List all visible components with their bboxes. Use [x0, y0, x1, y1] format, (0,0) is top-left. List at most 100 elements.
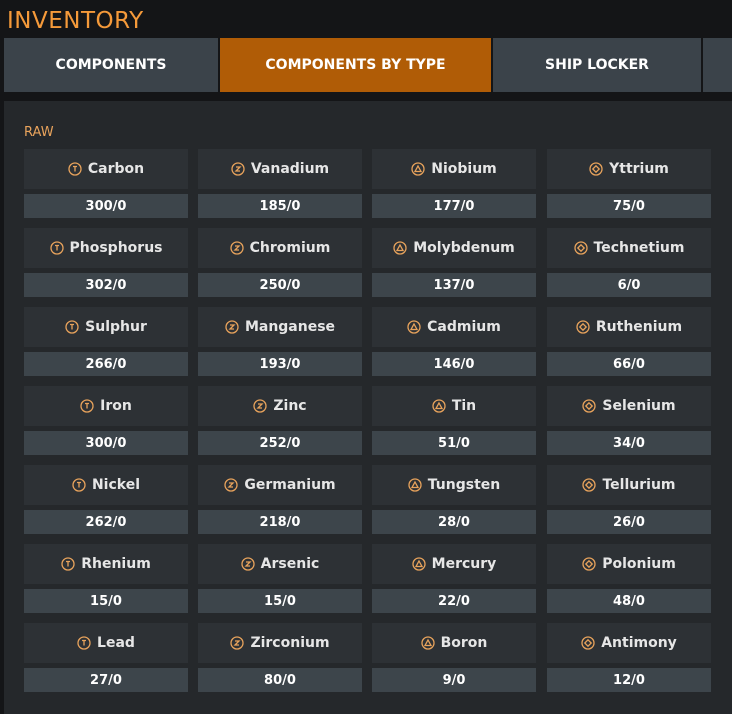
grade-3-icon: [412, 557, 426, 571]
material-card[interactable]: Tellurium 26/0: [547, 465, 711, 534]
material-count: 27/0: [24, 668, 188, 692]
material-card[interactable]: Technetium 6/0: [547, 228, 711, 297]
material-card[interactable]: Boron 9/0: [372, 623, 536, 692]
material-card[interactable]: Germanium 218/0: [198, 465, 362, 534]
material-name: Sulphur: [85, 319, 147, 335]
material-name: Phosphorus: [69, 240, 163, 256]
material-count: 185/0: [198, 194, 362, 218]
material-name: Antimony: [601, 635, 677, 651]
material-name-cell: Antimony: [547, 623, 711, 663]
material-count: 262/0: [24, 510, 188, 534]
grade-1-icon: [77, 636, 91, 650]
material-name-cell: Zinc: [198, 386, 362, 426]
grade-1-icon: [68, 162, 82, 176]
material-card[interactable]: Nickel 262/0: [24, 465, 188, 534]
material-name: Ruthenium: [595, 319, 683, 335]
material-name: Yttrium: [609, 161, 669, 177]
material-card[interactable]: Zinc 252/0: [198, 386, 362, 455]
material-card[interactable]: Cadmium 146/0: [372, 307, 536, 376]
material-name: Carbon: [87, 161, 145, 177]
material-count: 48/0: [547, 589, 711, 613]
grade-4-icon: [576, 320, 590, 334]
material-name-cell: Germanium: [198, 465, 362, 505]
material-card[interactable]: Chromium 250/0: [198, 228, 362, 297]
material-count: 302/0: [24, 273, 188, 297]
material-name-cell: Selenium: [547, 386, 711, 426]
material-card[interactable]: Iron 300/0: [24, 386, 188, 455]
material-name-cell: Nickel: [24, 465, 188, 505]
tab-bar: COMPONENTS COMPONENTS BY TYPE SHIP LOCKE…: [4, 38, 732, 92]
material-count: 28/0: [372, 510, 536, 534]
material-name: Rhenium: [81, 556, 151, 572]
tab-ship-locker[interactable]: SHIP LOCKER: [493, 38, 701, 92]
material-name-cell: Sulphur: [24, 307, 188, 347]
grade-1-icon: [80, 399, 94, 413]
material-name-cell: Phosphorus: [24, 228, 188, 268]
material-count: 218/0: [198, 510, 362, 534]
material-card[interactable]: Vanadium 185/0: [198, 149, 362, 218]
material-card[interactable]: Polonium 48/0: [547, 544, 711, 613]
section-label-raw: RAW: [24, 125, 54, 140]
material-card[interactable]: Rhenium 15/0: [24, 544, 188, 613]
grade-4-icon: [581, 636, 595, 650]
material-card[interactable]: Tungsten 28/0: [372, 465, 536, 534]
grade-4-icon: [582, 557, 596, 571]
material-card[interactable]: Niobium 177/0: [372, 149, 536, 218]
material-name-cell: Iron: [24, 386, 188, 426]
material-name: Niobium: [431, 161, 497, 177]
material-card[interactable]: Lead 27/0: [24, 623, 188, 692]
tab-components[interactable]: COMPONENTS: [4, 38, 218, 92]
material-count: 51/0: [372, 431, 536, 455]
material-card[interactable]: Phosphorus 302/0: [24, 228, 188, 297]
material-card[interactable]: Molybdenum 137/0: [372, 228, 536, 297]
material-count: 266/0: [24, 352, 188, 376]
grade-4-icon: [589, 162, 603, 176]
material-name: Tin: [451, 398, 477, 414]
grade-3-icon: [407, 320, 421, 334]
material-count: 15/0: [198, 589, 362, 613]
grade-2-icon: [230, 636, 245, 650]
material-count: 146/0: [372, 352, 536, 376]
material-card[interactable]: Zirconium 80/0: [198, 623, 362, 692]
material-name-cell: Carbon: [24, 149, 188, 189]
material-card[interactable]: Arsenic 15/0: [198, 544, 362, 613]
material-count: 300/0: [24, 194, 188, 218]
tab-overflow[interactable]: [703, 38, 732, 92]
material-name: Boron: [440, 635, 488, 651]
grade-3-icon: [432, 399, 446, 413]
grade-3-icon: [408, 478, 422, 492]
material-name: Arsenic: [260, 556, 320, 572]
material-name-cell: Tungsten: [372, 465, 536, 505]
material-name-cell: Niobium: [372, 149, 536, 189]
material-card[interactable]: Ruthenium 66/0: [547, 307, 711, 376]
material-name: Manganese: [244, 319, 336, 335]
material-name-cell: Ruthenium: [547, 307, 711, 347]
material-name: Tellurium: [602, 477, 676, 493]
material-count: 15/0: [24, 589, 188, 613]
material-card[interactable]: Mercury 22/0: [372, 544, 536, 613]
material-name: Mercury: [431, 556, 497, 572]
material-card[interactable]: Antimony 12/0: [547, 623, 711, 692]
material-card[interactable]: Selenium 34/0: [547, 386, 711, 455]
material-name: Germanium: [244, 477, 336, 493]
grade-1-icon: [49, 241, 64, 255]
material-card[interactable]: Yttrium 75/0: [547, 149, 711, 218]
material-name: Polonium: [602, 556, 676, 572]
material-card[interactable]: Manganese 193/0: [198, 307, 362, 376]
tab-components-by-type[interactable]: COMPONENTS BY TYPE: [220, 38, 491, 92]
material-card[interactable]: Tin 51/0: [372, 386, 536, 455]
material-card[interactable]: Carbon 300/0: [24, 149, 188, 218]
material-count: 75/0: [547, 194, 711, 218]
grade-2-icon: [231, 162, 245, 176]
material-name-cell: Manganese: [198, 307, 362, 347]
material-name-cell: Boron: [372, 623, 536, 663]
grade-3-icon: [393, 241, 407, 255]
material-name: Tungsten: [427, 477, 501, 493]
material-card[interactable]: Sulphur 266/0: [24, 307, 188, 376]
grade-3-icon: [411, 162, 425, 176]
grade-4-icon: [582, 478, 597, 492]
material-name-cell: Lead: [24, 623, 188, 663]
material-name: Selenium: [602, 398, 676, 414]
material-name-cell: Tin: [372, 386, 536, 426]
material-name-cell: Yttrium: [547, 149, 711, 189]
